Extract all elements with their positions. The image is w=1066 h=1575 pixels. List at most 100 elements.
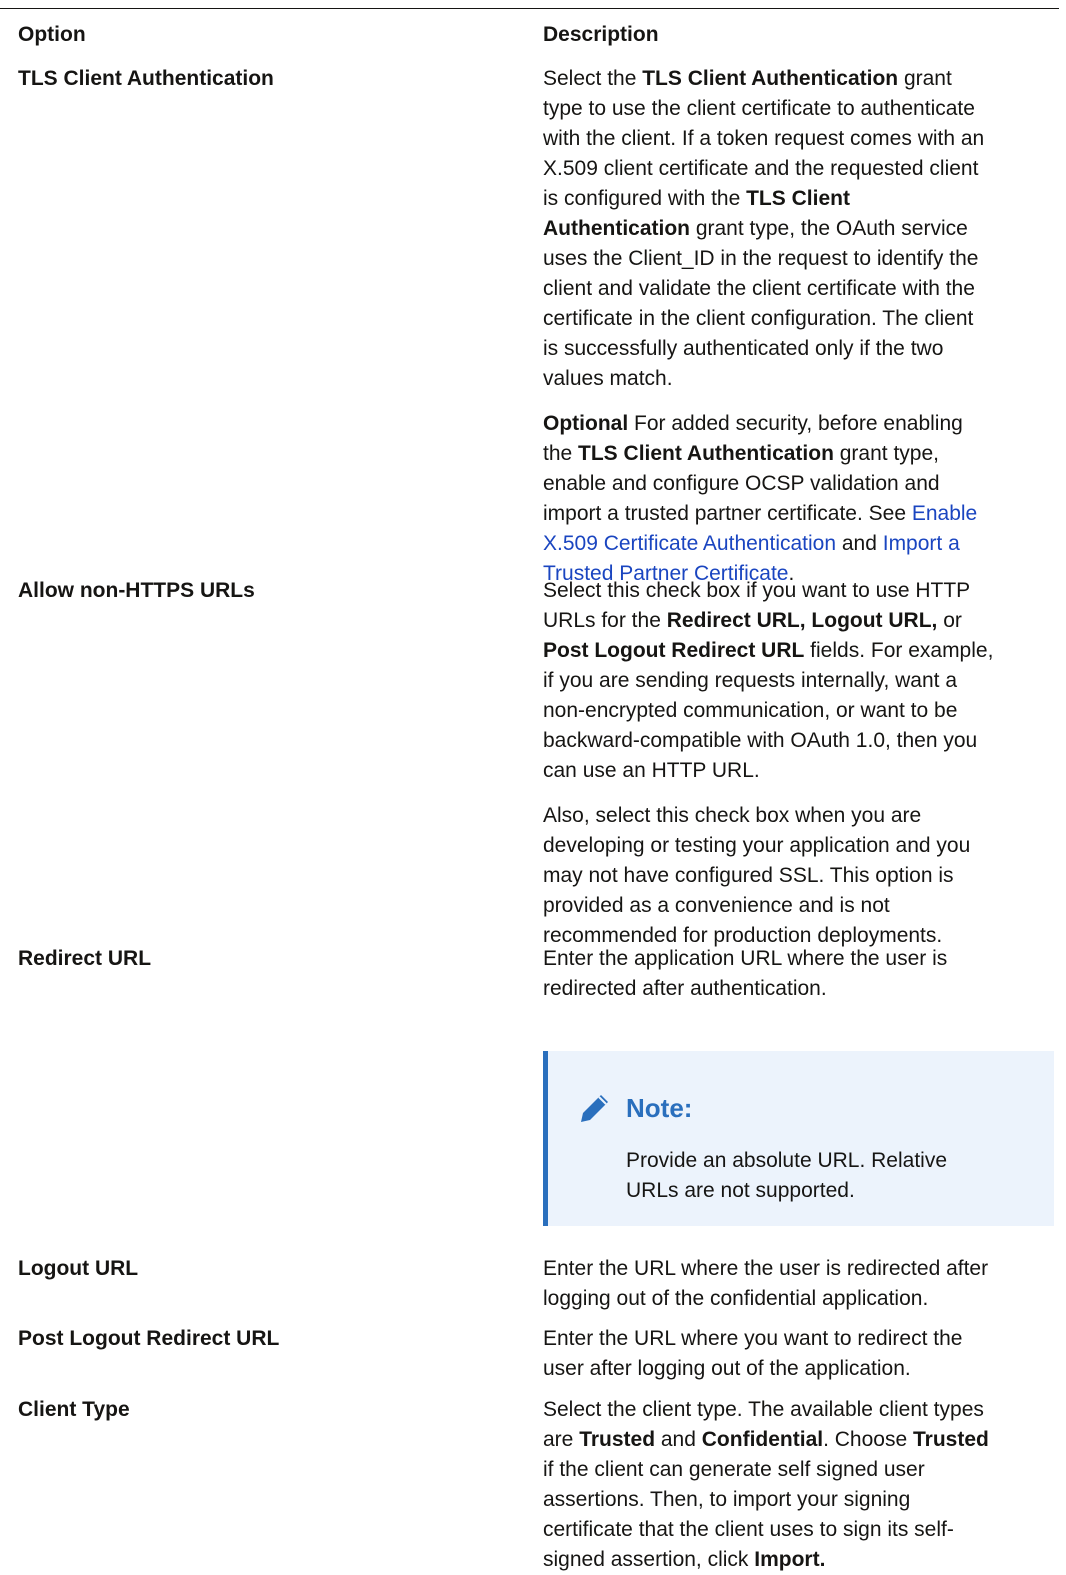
text-line: Post Logout Redirect URL fields. For exa…	[543, 636, 1065, 666]
text-run: certificate that the client uses to sign…	[543, 1518, 954, 1541]
description-cell: Enter the URL where you want to redirect…	[543, 1324, 1065, 1384]
text-run: if the client can generate self signed u…	[543, 1458, 925, 1481]
bold-text: Authentication	[543, 217, 690, 240]
text-line: is successfully authenticated only if th…	[543, 334, 1065, 364]
bold-text: Optional	[543, 412, 629, 435]
text-line: are Trusted and Confidential. Choose Tru…	[543, 1425, 1065, 1455]
text-line: URLs are not supported.	[626, 1176, 1046, 1206]
bold-text: Redirect URL, Logout URL,	[666, 609, 938, 632]
description-cell: Select this check box if you want to use…	[543, 576, 1065, 951]
option-name: Redirect URL	[18, 947, 152, 970]
description-cell: Enter the URL where the user is redirect…	[543, 1254, 1065, 1314]
text-run: Select this check box if you want to use…	[543, 579, 971, 602]
text-run: are	[543, 1428, 580, 1451]
text-line: if you are sending requests internally, …	[543, 666, 1065, 696]
text-run: X.509 client certificate and the request…	[543, 157, 979, 180]
text-line: Enter the URL where you want to redirect…	[543, 1324, 1065, 1354]
description-paragraph-optional: Optional For added security, before enab…	[543, 409, 1065, 589]
text-line: redirected after authentication.	[543, 974, 1065, 1004]
text-line: values match.	[543, 364, 1065, 394]
text-line: backward-compatible with OAuth 1.0, then…	[543, 726, 1065, 756]
text-run: Enter the URL where you want to redirect…	[543, 1327, 963, 1350]
bold-text: TLS Client Authentication	[578, 442, 834, 465]
text-line: user after logging out of the applicatio…	[543, 1354, 1065, 1384]
text-run: may not have configured SSL. This option…	[543, 864, 954, 887]
doc-link[interactable]: Import a	[883, 532, 960, 555]
text-run: or	[937, 609, 962, 632]
text-line: provided as a convenience and is not	[543, 891, 1065, 921]
option-name: Allow non-HTTPS URLs	[18, 579, 255, 602]
text-run: provided as a convenience and is not	[543, 894, 890, 917]
text-line: Also, select this check box when you are	[543, 801, 1065, 831]
doc-link[interactable]: Enable	[912, 502, 977, 525]
text-run: is configured with the	[543, 187, 747, 210]
text-line: Enter the application URL where the user…	[543, 944, 1065, 974]
text-run: logging out of the confidential applicat…	[543, 1287, 929, 1310]
description-paragraph: Select the TLS Client Authentication gra…	[543, 64, 1065, 394]
column-header-option: Option	[18, 23, 86, 46]
description-paragraph: Enter the URL where you want to redirect…	[543, 1324, 1065, 1384]
text-run: For added security, before enabling	[628, 412, 963, 435]
text-line: certificate that the client uses to sign…	[543, 1515, 1065, 1545]
text-run: . Choose	[823, 1428, 913, 1451]
text-run: with the client. If a token request come…	[543, 127, 985, 150]
text-run: the	[543, 442, 579, 465]
text-run: Select the	[543, 67, 643, 90]
text-line: Select the TLS Client Authentication gra…	[543, 64, 1065, 94]
text-line: uses the Client_ID in the request to ide…	[543, 244, 1065, 274]
description-paragraph: Enter the URL where the user is redirect…	[543, 1254, 1065, 1314]
bold-text: Trusted	[912, 1428, 989, 1451]
text-run: assertions. Then, to import your signing	[543, 1488, 911, 1511]
option-name: TLS Client Authentication	[18, 67, 274, 90]
option-name: Logout URL	[18, 1257, 139, 1280]
text-line: with the client. If a token request come…	[543, 124, 1065, 154]
description-cell: Enter the application URL where the user…	[543, 944, 1065, 1226]
text-run: URLs are not supported.	[626, 1179, 855, 1202]
description-cell: Select the TLS Client Authentication gra…	[543, 64, 1065, 589]
text-run: grant type, the OAuth service	[690, 217, 968, 240]
text-line: can use an HTTP URL.	[543, 756, 1065, 786]
text-run: Also, select this check box when you are	[543, 804, 922, 827]
text-run: Select the client type. The available cl…	[543, 1398, 984, 1421]
text-run: grant	[898, 67, 952, 90]
bold-text: Confidential	[701, 1428, 824, 1451]
column-header-description: Description	[543, 23, 659, 46]
text-line: import a trusted partner certificate. Se…	[543, 499, 1065, 529]
description-paragraph: Select this check box if you want to use…	[543, 576, 1065, 786]
bold-text: Import.	[754, 1548, 826, 1571]
text-run: fields. For example,	[804, 639, 994, 662]
bold-text: TLS Client Authentication	[642, 67, 899, 90]
text-run: if you are sending requests internally, …	[543, 669, 958, 692]
text-line: the TLS Client Authentication grant type…	[543, 439, 1065, 469]
text-run: grant type,	[833, 442, 939, 465]
description-paragraph: Enter the application URL where the user…	[543, 944, 1065, 1004]
text-run: enable and configure OCSP validation and	[543, 472, 940, 495]
text-line: assertions. Then, to import your signing	[543, 1485, 1065, 1515]
text-run: Enter the application URL where the user…	[543, 947, 948, 970]
table-header-row: Option Description	[0, 20, 1066, 50]
text-run: can use an HTTP URL.	[543, 759, 760, 782]
text-run: user after logging out of the applicatio…	[543, 1357, 911, 1380]
bold-text: TLS Client	[746, 187, 850, 210]
text-line: may not have configured SSL. This option…	[543, 861, 1065, 891]
text-run: and	[655, 1428, 702, 1451]
text-run: import a trusted partner certificate. Se…	[543, 502, 912, 525]
text-run: Provide an absolute URL. Relative	[626, 1149, 948, 1172]
text-line: Provide an absolute URL. Relative	[626, 1146, 1046, 1176]
bold-text: Trusted	[579, 1428, 656, 1451]
text-run: and	[836, 532, 883, 555]
pencil-icon	[578, 1091, 612, 1125]
text-run: URLs for the	[543, 609, 667, 632]
text-line: Authentication grant type, the OAuth ser…	[543, 214, 1065, 244]
text-run: redirected after authentication.	[543, 977, 827, 1000]
description-cell: Select the client type. The available cl…	[543, 1395, 1065, 1575]
text-line: X.509 Certificate Authentication and Imp…	[543, 529, 1065, 559]
note-text: Provide an absolute URL. Relative URLs ar…	[626, 1146, 1046, 1206]
text-run: non-encrypted communication, or want to …	[543, 699, 958, 722]
text-run: type to use the client certificate to au…	[543, 97, 975, 120]
note-title: Note:	[626, 1093, 693, 1123]
text-run: uses the Client_ID in the request to ide…	[543, 247, 979, 270]
doc-link[interactable]: X.509 Certificate Authentication	[543, 532, 836, 555]
option-name: Post Logout Redirect URL	[18, 1327, 280, 1350]
text-line: Select this check box if you want to use…	[543, 576, 1065, 606]
